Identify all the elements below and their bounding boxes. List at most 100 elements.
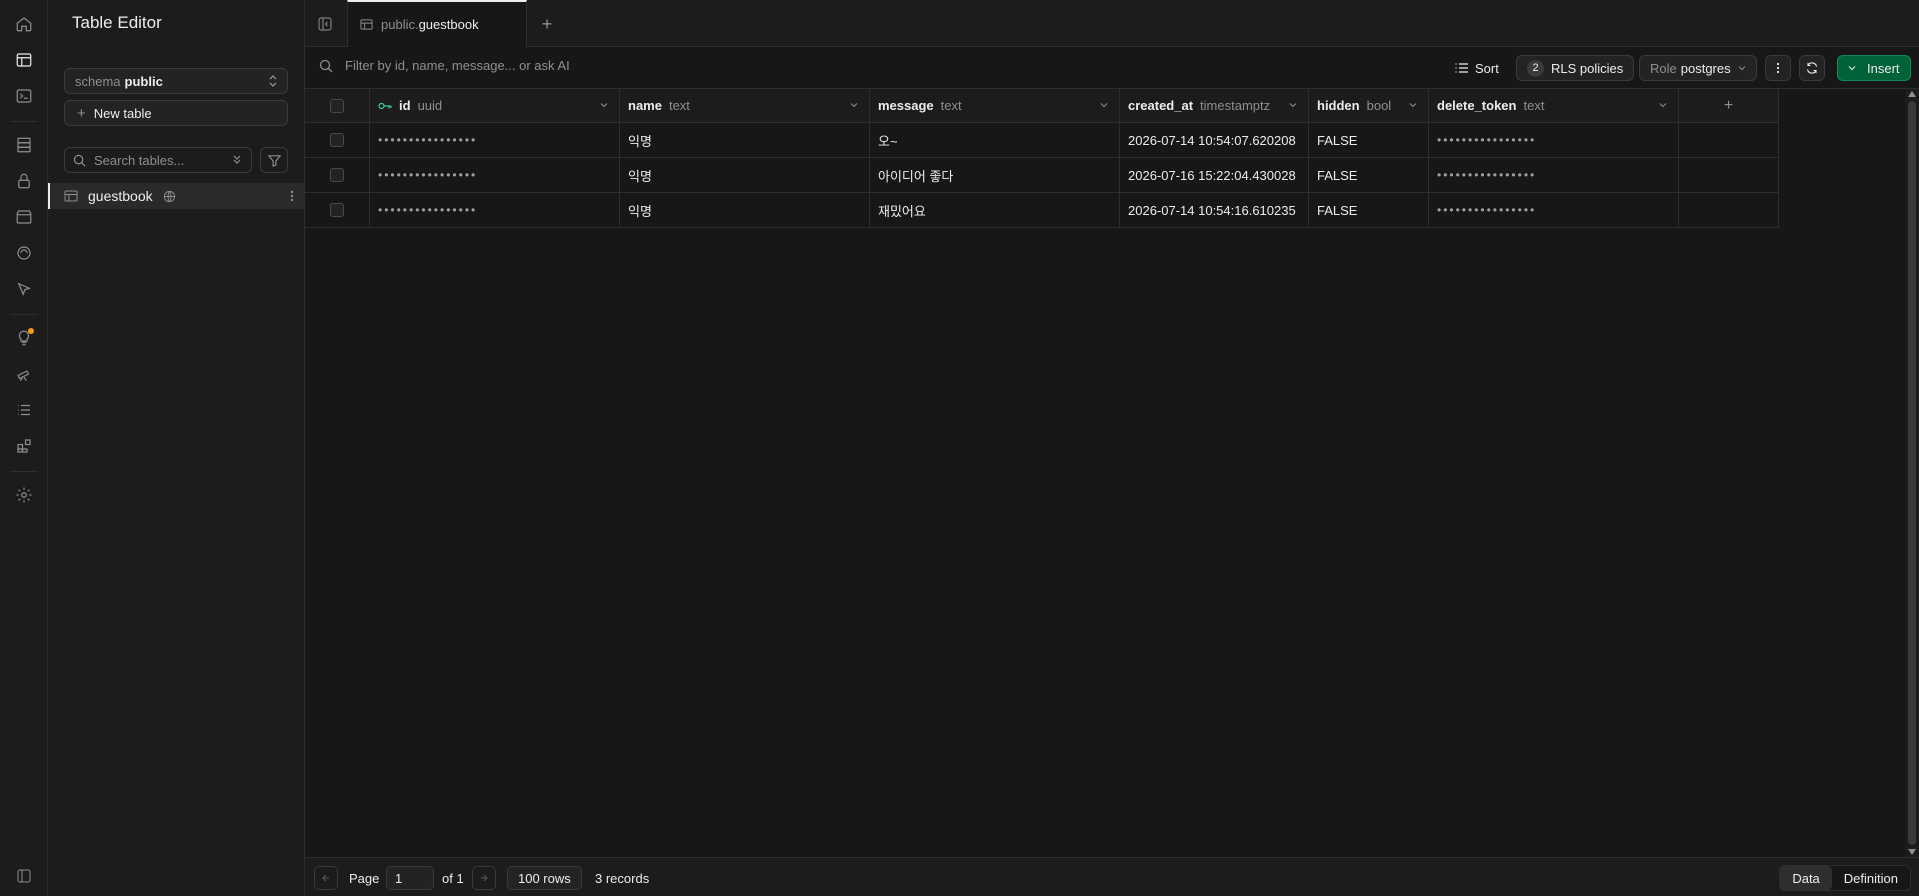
rows-per-page-label: 100 rows (518, 870, 571, 886)
table-icon (64, 190, 78, 202)
chevrons-down-icon[interactable] (231, 154, 243, 166)
add-column-button[interactable]: + (1679, 89, 1779, 123)
column-header-hidden[interactable]: hidden bool (1309, 89, 1429, 123)
table-cell[interactable]: 오~ (870, 123, 1120, 158)
refresh-button[interactable] (1799, 55, 1825, 81)
settings-gear-icon[interactable] (12, 483, 36, 507)
vertical-scrollbar[interactable] (1905, 89, 1919, 857)
table-icon (360, 19, 373, 30)
sort-label: Sort (1475, 60, 1499, 76)
filter-tables-button[interactable] (260, 147, 288, 173)
sort-button[interactable]: Sort (1445, 55, 1509, 81)
chevron-down-icon[interactable] (599, 100, 609, 110)
filter-input[interactable] (345, 57, 645, 73)
tab-guestbook[interactable]: public.guestbook (347, 0, 527, 47)
edge-functions-icon[interactable] (12, 277, 36, 301)
table-cell[interactable]: FALSE (1309, 193, 1429, 228)
table-editor-icon[interactable] (12, 48, 36, 72)
pagination-footer: Page of 1 100 rows 3 records Data Defini… (305, 857, 1919, 896)
chevron-down-icon[interactable] (1658, 100, 1668, 110)
chevron-down-icon (1848, 66, 1856, 71)
row-checkbox[interactable] (330, 203, 344, 217)
more-options-button[interactable] (1765, 55, 1791, 81)
auth-lock-icon[interactable] (12, 169, 36, 193)
column-header-name[interactable]: name text (620, 89, 870, 123)
record-count: 3 records (595, 871, 650, 886)
realtime-icon[interactable] (12, 241, 36, 265)
table-cell[interactable]: 재밌어요 (870, 193, 1120, 228)
data-grid: id uuid name text message text created_a… (305, 89, 1919, 857)
filter-bar (319, 57, 645, 73)
chevron-down-icon[interactable] (1408, 100, 1418, 110)
primary-key-icon (378, 102, 392, 109)
logs-list-icon[interactable] (12, 398, 36, 422)
insert-button[interactable]: Insert (1837, 55, 1911, 81)
scroll-thumb[interactable] (1908, 101, 1916, 845)
search-tables-input[interactable] (94, 152, 224, 168)
more-vertical-icon[interactable] (290, 189, 294, 203)
column-header-created-at[interactable]: created_at timestamptz (1120, 89, 1309, 123)
column-header-id[interactable]: id uuid (370, 89, 620, 123)
row-checkbox[interactable] (330, 168, 344, 182)
home-icon[interactable] (12, 12, 36, 36)
table-cell[interactable]: 2026-07-14 10:54:07.620208 (1120, 123, 1309, 158)
table-cell[interactable]: 2026-07-16 15:22:04.430028 (1120, 158, 1309, 193)
table-cell[interactable]: 아이디어 좋다 (870, 158, 1120, 193)
table-cell[interactable]: FALSE (1309, 158, 1429, 193)
table-cell[interactable]: FALSE (1309, 123, 1429, 158)
table-cell[interactable]: •••••••••••••••• (1429, 193, 1679, 228)
table-cell[interactable]: 2026-07-14 10:54:16.610235 (1120, 193, 1309, 228)
tab-data[interactable]: Data (1780, 866, 1832, 890)
chevron-down-icon[interactable] (1099, 100, 1109, 110)
sql-editor-icon[interactable] (12, 84, 36, 108)
empty-cell (1679, 193, 1779, 228)
add-tab-button[interactable]: + (537, 14, 557, 34)
reports-telescope-icon[interactable] (12, 362, 36, 386)
previous-page-button[interactable] (314, 866, 338, 890)
column-name: message (878, 98, 934, 113)
row-checkbox[interactable] (330, 133, 344, 147)
rows-per-page-button[interactable]: 100 rows (507, 866, 582, 890)
role-value: postgres (1680, 60, 1731, 76)
column-name: id (399, 98, 411, 113)
scroll-up-icon[interactable] (1908, 91, 1916, 97)
search-icon (73, 154, 86, 166)
main-area: public.guestbook + Sort 2 RLS policies R… (305, 0, 1919, 896)
table-cell[interactable]: •••••••••••••••• (370, 123, 620, 158)
insert-label: Insert (1867, 60, 1900, 76)
table-cell[interactable]: •••••••••••••••• (1429, 158, 1679, 193)
scroll-down-icon[interactable] (1908, 849, 1916, 855)
chevron-down-icon[interactable] (1288, 100, 1298, 110)
advisors-lightbulb-icon[interactable] (12, 326, 36, 350)
table-cell[interactable]: 익명 (620, 158, 870, 193)
column-header-delete-token[interactable]: delete_token text (1429, 89, 1679, 123)
storage-icon[interactable] (12, 205, 36, 229)
role-select[interactable]: Role postgres (1639, 55, 1757, 81)
schema-select[interactable]: schema public (64, 68, 288, 94)
chevron-down-icon[interactable] (849, 100, 859, 110)
next-page-button[interactable] (472, 866, 496, 890)
table-cell[interactable]: •••••••••••••••• (1429, 123, 1679, 158)
collapse-sidebar-button[interactable] (315, 14, 335, 34)
chevron-updown-icon (269, 75, 277, 87)
page-number-input[interactable] (386, 866, 434, 890)
table-cell[interactable]: •••••••••••••••• (370, 158, 620, 193)
table-cell[interactable]: 익명 (620, 123, 870, 158)
schema-label: schema (75, 73, 121, 89)
column-header-message[interactable]: message text (870, 89, 1120, 123)
table-cell[interactable]: •••••••••••••••• (370, 193, 620, 228)
select-all-checkbox[interactable] (330, 98, 344, 113)
refresh-icon (1806, 62, 1818, 74)
table-cell[interactable]: 익명 (620, 193, 870, 228)
search-icon (319, 59, 333, 73)
new-table-button[interactable]: + New table (64, 100, 288, 126)
sidebar-item-guestbook[interactable]: guestbook (48, 183, 304, 209)
plus-icon: + (1723, 96, 1734, 114)
sidebar-toggle-icon[interactable] (17, 869, 31, 883)
integrations-icon[interactable] (12, 434, 36, 458)
tab-definition[interactable]: Definition (1832, 866, 1910, 890)
database-icon[interactable] (12, 133, 36, 157)
tab-bar: public.guestbook + (305, 0, 1919, 47)
rls-policies-button[interactable]: 2 RLS policies (1516, 55, 1635, 81)
new-table-label: New table (93, 105, 152, 121)
